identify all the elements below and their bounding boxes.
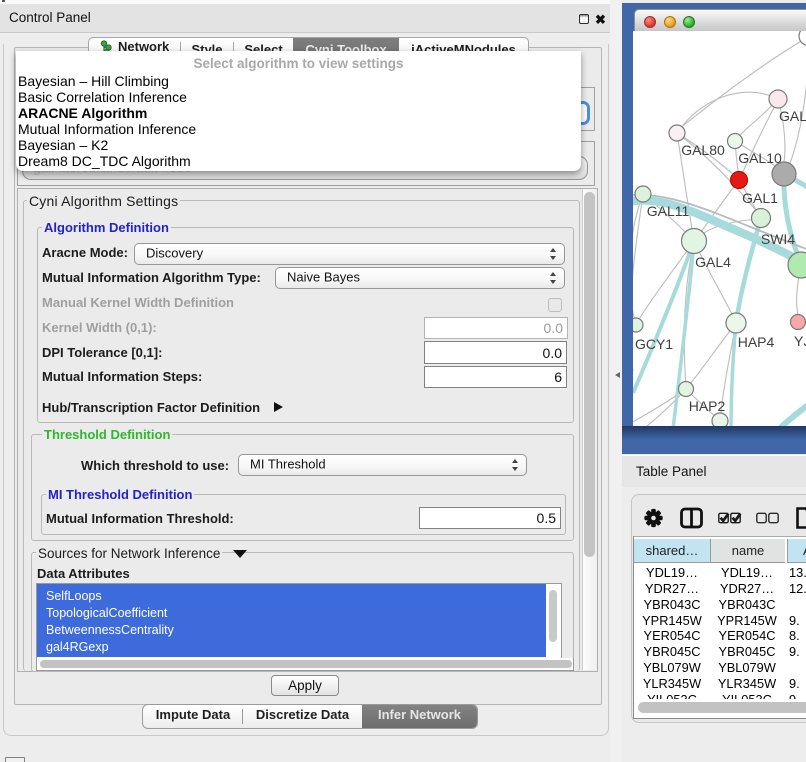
svg-text:SWI4: SWI4 (761, 231, 795, 247)
svg-text:GAL4: GAL4 (695, 254, 731, 270)
svg-text:GAL7: GAL7 (779, 108, 806, 124)
svg-text:HAP4: HAP4 (738, 334, 775, 350)
svg-text:GAL80: GAL80 (681, 142, 725, 158)
svg-text:HAP2: HAP2 (689, 398, 726, 414)
svg-text:GCY1: GCY1 (635, 336, 673, 352)
svg-text:GAL11: GAL11 (647, 203, 690, 219)
svg-text:GAL1: GAL1 (742, 190, 778, 206)
svg-text:GAL10: GAL10 (738, 150, 782, 166)
svg-text:YJ: YJ (794, 333, 806, 349)
